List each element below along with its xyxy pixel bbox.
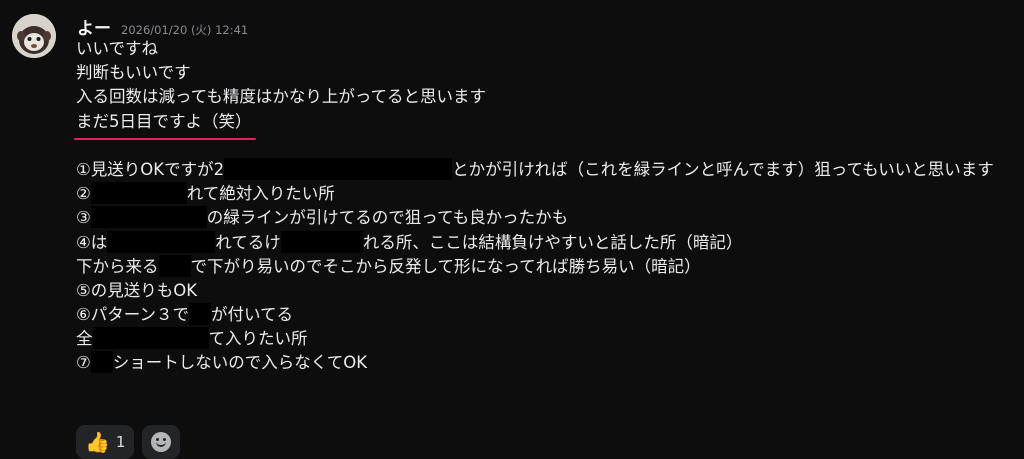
redaction-bar	[158, 254, 191, 277]
message-line: ⑥パターン３で が付いてる	[76, 303, 293, 326]
monkey-avatar-icon	[12, 14, 56, 58]
message-line: いいですね	[76, 39, 159, 58]
message-line: 入る回数は減っても精度はかなり上がってると思います	[76, 87, 487, 107]
redaction-bar	[90, 182, 187, 205]
avatar[interactable]	[12, 14, 56, 58]
message-line: まだ5日目ですよ（笑）	[74, 110, 1011, 141]
redaction-bar	[90, 351, 113, 374]
underlined-text: まだ5日目ですよ（笑）	[74, 110, 255, 141]
message-line: ⑦ ショートしないので入らなくてOK	[76, 351, 368, 374]
message-header: よー 2026/01/20 (火) 12:41	[77, 14, 249, 39]
thumbs-up-reaction[interactable]: 👍 1	[76, 425, 135, 459]
redaction-bar	[107, 230, 216, 253]
message-line: 判断もいいです	[76, 63, 191, 83]
redaction-bar	[280, 230, 363, 253]
reaction-count: 1	[115, 433, 126, 451]
redaction-bar	[92, 327, 209, 350]
message-line: 全て入りたい所	[76, 327, 308, 350]
add-reaction-button[interactable]	[142, 425, 181, 459]
redaction-bar	[90, 206, 207, 229]
redaction-bar	[224, 157, 453, 180]
message-line: ③ の緑ラインが引けてるので狙っても良かったかも	[76, 206, 569, 229]
message-line: ② れて絶対入りたい所	[76, 182, 335, 205]
message-line: 下から来る で下がり易いのでそこから反発して形になってれば勝ち易い（暗記）	[76, 254, 701, 277]
author-name[interactable]: よー	[77, 14, 111, 39]
message-line: ⑤の見送りもOK	[76, 280, 198, 300]
message-line: ④は れてるけ れる所、ここは結構負けやすいと話した所（暗記）	[76, 230, 743, 253]
redaction-bar	[188, 303, 211, 326]
thumbs-up-icon: 👍	[85, 430, 110, 454]
message-line: ①見送りOKですが2 とかが引ければ（これを緑ラインと呼んでます）狙ってもいいと思…	[76, 157, 994, 180]
message-timestamp: 2026/01/20 (火) 12:41	[121, 23, 249, 37]
reaction-bar: 👍 1	[76, 425, 181, 459]
add-reaction-smiley-icon	[151, 432, 172, 452]
message-body: いいですね 判断もいいです 入る回数は減っても精度はかなり上がってると思います …	[74, 37, 1011, 376]
